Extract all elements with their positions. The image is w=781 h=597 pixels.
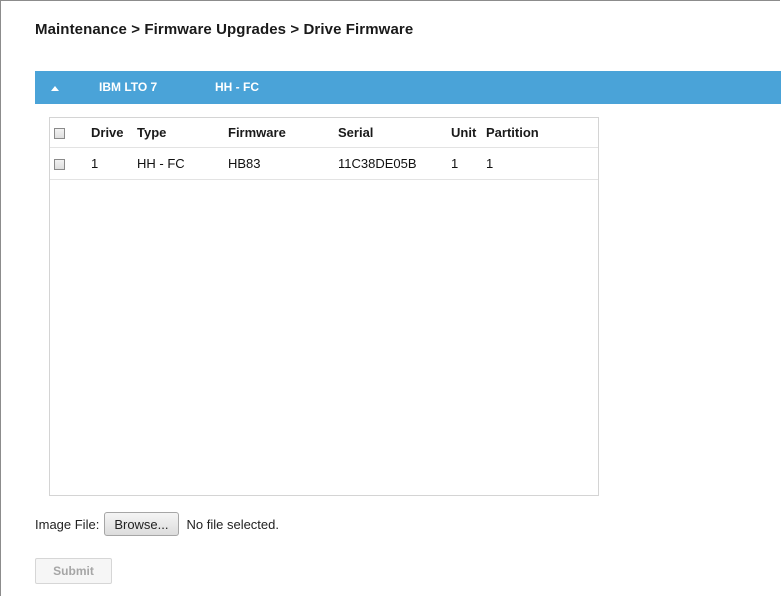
row-checkbox[interactable] [54,159,65,171]
cell-type: HH - FC [137,147,228,180]
column-header-serial[interactable]: Serial [338,118,451,148]
cell-unit: 1 [451,147,486,180]
page-title: Maintenance > Firmware Upgrades > Drive … [35,21,414,38]
drive-table: Drive Type Firmware Serial Unit Partitio… [50,118,598,180]
table-header-row: Drive Type Firmware Serial Unit Partitio… [50,118,598,148]
cell-firmware: HB83 [228,147,338,180]
image-file-label: Image File: [35,516,100,532]
drive-table-container: Drive Type Firmware Serial Unit Partitio… [49,117,599,496]
table-row[interactable]: 1 HH - FC HB83 11C38DE05B 1 1 [50,147,598,180]
drive-group-header[interactable]: IBM LTO 7 HH - FC [35,71,781,104]
column-header-type[interactable]: Type [137,118,228,148]
cell-drive: 1 [91,147,137,180]
cell-partition: 1 [486,147,598,180]
select-all-checkbox[interactable] [54,128,65,140]
column-header-unit[interactable]: Unit [451,118,486,148]
select-all-cell [50,118,91,148]
collapse-triangle-icon[interactable] [51,86,59,91]
file-status-text: No file selected. [186,516,280,532]
group-model-label: IBM LTO 7 [99,80,158,94]
browse-button[interactable]: Browse... [104,512,179,536]
group-type-label: HH - FC [215,80,259,94]
cell-serial: 11C38DE05B [338,147,451,180]
column-header-drive[interactable]: Drive [91,118,137,148]
column-header-partition[interactable]: Partition [486,118,598,148]
row-select-cell [50,147,91,180]
submit-button[interactable]: Submit [35,558,112,584]
column-header-firmware[interactable]: Firmware [228,118,338,148]
image-file-row: Image File: Browse... No file selected. [35,511,279,537]
